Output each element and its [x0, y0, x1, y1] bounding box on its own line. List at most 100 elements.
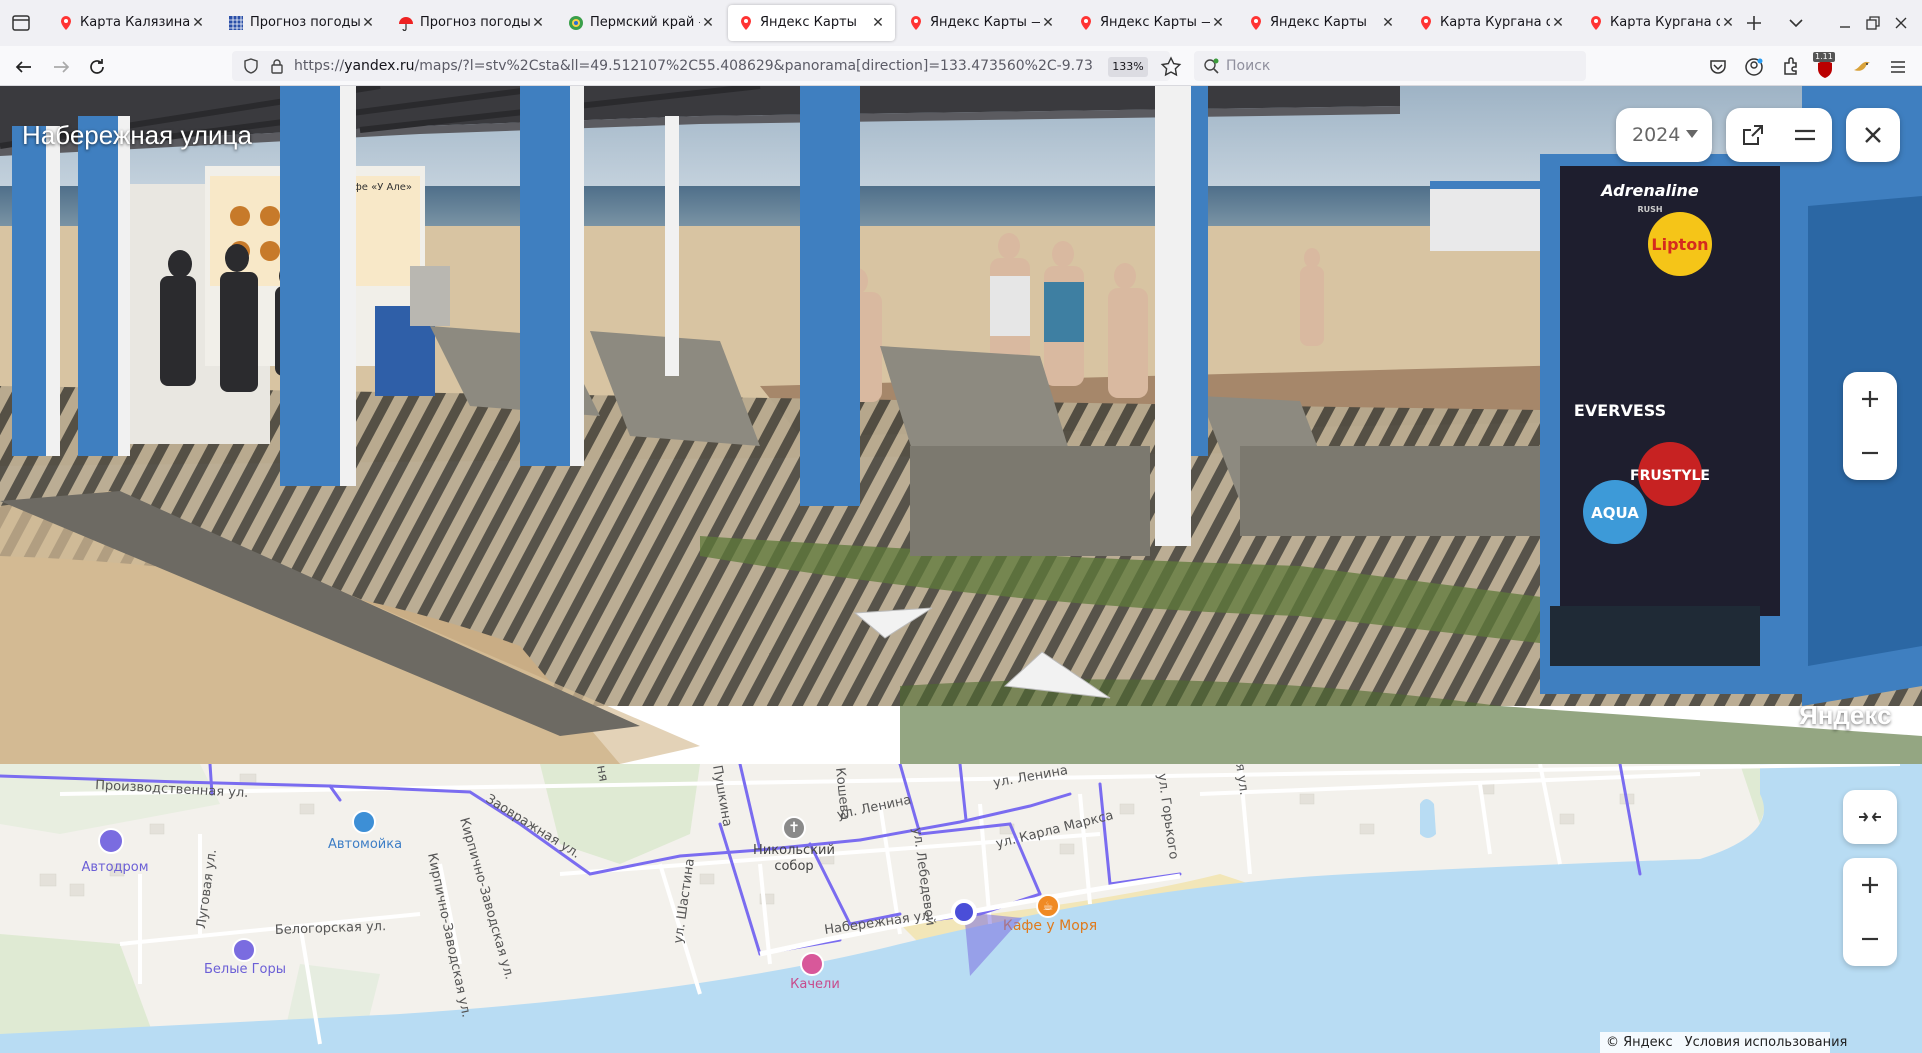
- poi-label[interactable]: Автомойка: [300, 837, 430, 852]
- poi-label[interactable]: Никольский собор: [734, 843, 854, 875]
- browser-tab[interactable]: Карта Кургана с у ✕: [1578, 5, 1745, 41]
- hamburger-menu-icon[interactable]: [1885, 54, 1911, 80]
- address-bar[interactable]: https://yandex.ru/maps/?l=stv%2Csta&ll=4…: [232, 51, 1170, 81]
- street-label: ул. Карла Маркса: [994, 808, 1115, 852]
- signboard-brand: Lipton: [1651, 235, 1708, 254]
- back-arrow-icon[interactable]: [11, 54, 37, 80]
- zoom-in-icon[interactable]: [1857, 386, 1883, 412]
- street-label: Набережная ул.: [823, 908, 934, 938]
- browser-tab-strip: Карта Калязина с ✕ Прогноз погоды ( ✕ Пр…: [0, 0, 1922, 46]
- signboard-brand: EVERVESS: [1574, 401, 1666, 420]
- tab-title: Яндекс Карты: [760, 15, 857, 30]
- tab-title: Яндекс Карты: [1270, 15, 1367, 30]
- tab-close-icon[interactable]: ✕: [1209, 14, 1227, 32]
- forward-arrow-icon[interactable]: [48, 54, 74, 80]
- poi-label[interactable]: Белые Горы: [185, 962, 305, 977]
- signboard-brand: AQUA: [1591, 504, 1639, 522]
- tab-title: Яндекс Карты —: [930, 15, 1040, 30]
- street-label: Производственная ул.: [95, 778, 249, 801]
- zoom-level-badge[interactable]: 133%: [1108, 57, 1148, 77]
- url-path: /maps/?l=stv%2Csta&ll=49.512107%2C55.408…: [414, 58, 1094, 74]
- tab-close-icon[interactable]: ✕: [189, 14, 207, 32]
- tab-title: Карта Кургана с у: [1440, 15, 1550, 30]
- tab-close-icon[interactable]: ✕: [1039, 14, 1057, 32]
- street-name-label: Набережная улица: [22, 120, 252, 150]
- browser-tab[interactable]: Яндекс Карты ✕: [1238, 5, 1405, 41]
- search-placeholder: Поиск: [1226, 58, 1271, 74]
- terms-link[interactable]: Условия использования: [1685, 1035, 1848, 1050]
- tab-close-icon[interactable]: ✕: [869, 14, 887, 32]
- tab-close-icon[interactable]: ✕: [699, 14, 717, 32]
- close-panorama-button[interactable]: [1846, 108, 1900, 162]
- tab-title: Карта Калязина с: [80, 15, 190, 30]
- browser-tab[interactable]: Прогноз погоды в ✕: [388, 5, 555, 41]
- tab-overview-icon[interactable]: [10, 12, 32, 34]
- briefcase-icon[interactable]: [232, 938, 256, 962]
- url-text[interactable]: https://yandex.ru/maps/?l=stv%2Csta&ll=4…: [294, 58, 1094, 74]
- street-label: ня: [593, 764, 611, 783]
- yandex-maps-pin-icon: [911, 16, 921, 30]
- browser-tab[interactable]: Карта Кургана с у ✕: [1408, 5, 1575, 41]
- lock-icon[interactable]: [268, 57, 286, 75]
- attraction-icon[interactable]: [800, 952, 824, 976]
- browser-tab[interactable]: Яндекс Карты — ✕: [898, 5, 1065, 41]
- restore-icon[interactable]: [1862, 12, 1884, 34]
- window-close-icon[interactable]: [1890, 12, 1912, 34]
- church-cross-icon[interactable]: ✝: [782, 816, 806, 840]
- collapse-map-button[interactable]: [1843, 790, 1897, 844]
- ublock-extension[interactable]: 1.11: [1811, 52, 1839, 82]
- tab-close-icon[interactable]: ✕: [359, 14, 377, 32]
- account-icon[interactable]: [1741, 54, 1767, 80]
- zoom-out-icon[interactable]: [1857, 440, 1883, 466]
- search-bar[interactable]: Поиск: [1194, 51, 1586, 81]
- poi-label[interactable]: Качели: [760, 977, 870, 992]
- share-external-icon[interactable]: [1740, 122, 1766, 148]
- street-label: я ул.: [1232, 764, 1251, 796]
- street-view-panorama[interactable]: Кафе «У Але» Adrenaline RUSH Lipton EVER…: [0, 86, 1922, 764]
- shield-icon[interactable]: [242, 57, 260, 75]
- zoom-in-icon[interactable]: [1857, 872, 1883, 898]
- search-engine-icon: [1204, 58, 1219, 74]
- signboard-brand: RUSH: [1637, 205, 1662, 214]
- reload-icon[interactable]: [84, 54, 110, 80]
- flag-icon[interactable]: [98, 828, 124, 854]
- browser-tab[interactable]: Пермский край — ✕: [558, 5, 725, 41]
- year-selector[interactable]: 2024: [1616, 108, 1712, 162]
- mini-map[interactable]: Производственная ул. Заовражная ул. Луго…: [0, 764, 1922, 1053]
- caret-down-icon: [1686, 130, 1698, 138]
- extensions-puzzle-icon[interactable]: [1777, 54, 1803, 80]
- browser-tab-active[interactable]: Яндекс Карты ✕: [728, 5, 895, 41]
- street-label: ул. Шастина: [671, 858, 698, 945]
- car-wash-icon[interactable]: [352, 810, 376, 834]
- browser-tab[interactable]: Карта Калязина с ✕: [48, 5, 215, 41]
- tab-title: Карта Кургана с у: [1610, 15, 1720, 30]
- tab-close-icon[interactable]: ✕: [529, 14, 547, 32]
- url-host: yandex.ru: [344, 58, 415, 74]
- poi-label[interactable]: Автодром: [60, 860, 170, 875]
- menu-lines-icon[interactable]: [1792, 122, 1818, 148]
- tab-title: Прогноз погоды в: [420, 15, 530, 30]
- new-tab-plus-icon[interactable]: [1741, 10, 1767, 36]
- chevron-down-icon[interactable]: [1783, 10, 1809, 36]
- tab-close-icon[interactable]: ✕: [1719, 14, 1737, 32]
- copyright-text[interactable]: © Яндекс: [1606, 1035, 1673, 1050]
- minimize-icon[interactable]: [1834, 12, 1856, 34]
- street-label: Кирпично-Заводская ул.: [424, 852, 474, 1019]
- url-prefix: https://: [294, 58, 345, 74]
- yandex-maps-pin-icon: [1591, 16, 1601, 30]
- panorama-position-marker[interactable]: [950, 892, 1040, 992]
- street-label: Белогорская ул.: [275, 919, 387, 938]
- panorama-zoom-controls: [1843, 372, 1897, 480]
- bookmark-star-icon[interactable]: [1158, 54, 1184, 80]
- bird-extension-icon[interactable]: [1849, 54, 1875, 80]
- tab-close-icon[interactable]: ✕: [1379, 14, 1397, 32]
- umbrella-icon: [399, 17, 413, 31]
- browser-tab[interactable]: Прогноз погоды ( ✕: [218, 5, 385, 41]
- tab-close-icon[interactable]: ✕: [1549, 14, 1567, 32]
- browser-tab[interactable]: Яндекс Карты — ✕: [1068, 5, 1235, 41]
- zoom-out-icon[interactable]: [1857, 926, 1883, 952]
- pocket-icon[interactable]: [1705, 54, 1731, 80]
- street-label: Луговая ул.: [194, 848, 220, 929]
- close-icon: [1865, 127, 1881, 143]
- extension-badge: 1.11: [1813, 52, 1835, 62]
